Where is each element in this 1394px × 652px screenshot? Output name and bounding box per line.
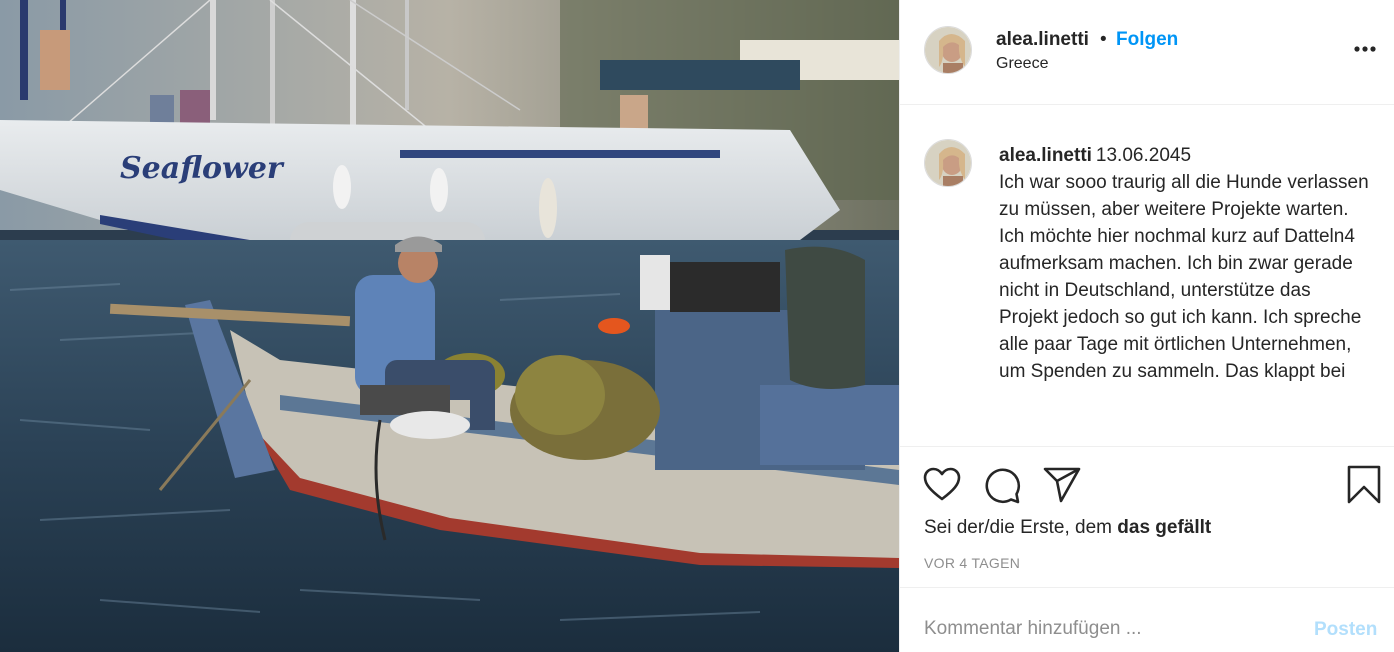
header-location[interactable]: Greece bbox=[996, 55, 1048, 73]
boat-name-text: Seaflower bbox=[120, 151, 285, 186]
caption-date: 13.06.2045 bbox=[1095, 145, 1192, 166]
more-options-icon[interactable] bbox=[1350, 34, 1380, 64]
caption-avatar[interactable] bbox=[924, 139, 972, 187]
post-age[interactable]: VOR 4 TAGEN bbox=[924, 555, 1020, 571]
avatar-image bbox=[925, 140, 971, 186]
header-separator: • bbox=[1100, 29, 1107, 50]
likes-text[interactable]: Sei der/die Erste, dem das gefällt bbox=[924, 517, 1211, 539]
caption-text: Ich war sooo traurig all die Hunde verla… bbox=[999, 172, 1369, 382]
post-photo[interactable]: Seaflower bbox=[0, 0, 899, 652]
comment-input[interactable] bbox=[924, 615, 1304, 643]
post-side-panel: alea.linetti • Folgen Greece alea.linett… bbox=[899, 0, 1394, 652]
header-username[interactable]: alea.linetti bbox=[996, 29, 1089, 51]
caption-username[interactable]: alea.linetti bbox=[999, 145, 1092, 166]
comments-area[interactable]: alea.linetti 13.06.2045 Ich war sooo trau… bbox=[900, 106, 1394, 446]
likes-bold[interactable]: das gefällt bbox=[1117, 517, 1211, 538]
post-actions: Sei der/die Erste, dem das gefällt VOR 4… bbox=[900, 446, 1394, 588]
follow-button[interactable]: Folgen bbox=[1116, 29, 1178, 51]
avatar-image bbox=[925, 27, 971, 73]
comment-box: Posten bbox=[900, 589, 1394, 652]
avatar[interactable] bbox=[924, 26, 972, 74]
harbor-photo: Seaflower bbox=[0, 0, 899, 652]
post-header: alea.linetti • Folgen Greece bbox=[900, 0, 1394, 105]
post-comment-button[interactable]: Posten bbox=[1314, 619, 1377, 641]
comment-bubble-icon[interactable] bbox=[982, 465, 1022, 505]
post-caption: alea.linetti 13.06.2045 Ich war sooo trau… bbox=[999, 142, 1369, 385]
heart-icon[interactable] bbox=[922, 465, 962, 505]
bookmark-icon[interactable] bbox=[1344, 465, 1384, 505]
paper-plane-icon[interactable] bbox=[1042, 465, 1082, 505]
likes-prefix: Sei der/die Erste, dem bbox=[924, 517, 1118, 538]
